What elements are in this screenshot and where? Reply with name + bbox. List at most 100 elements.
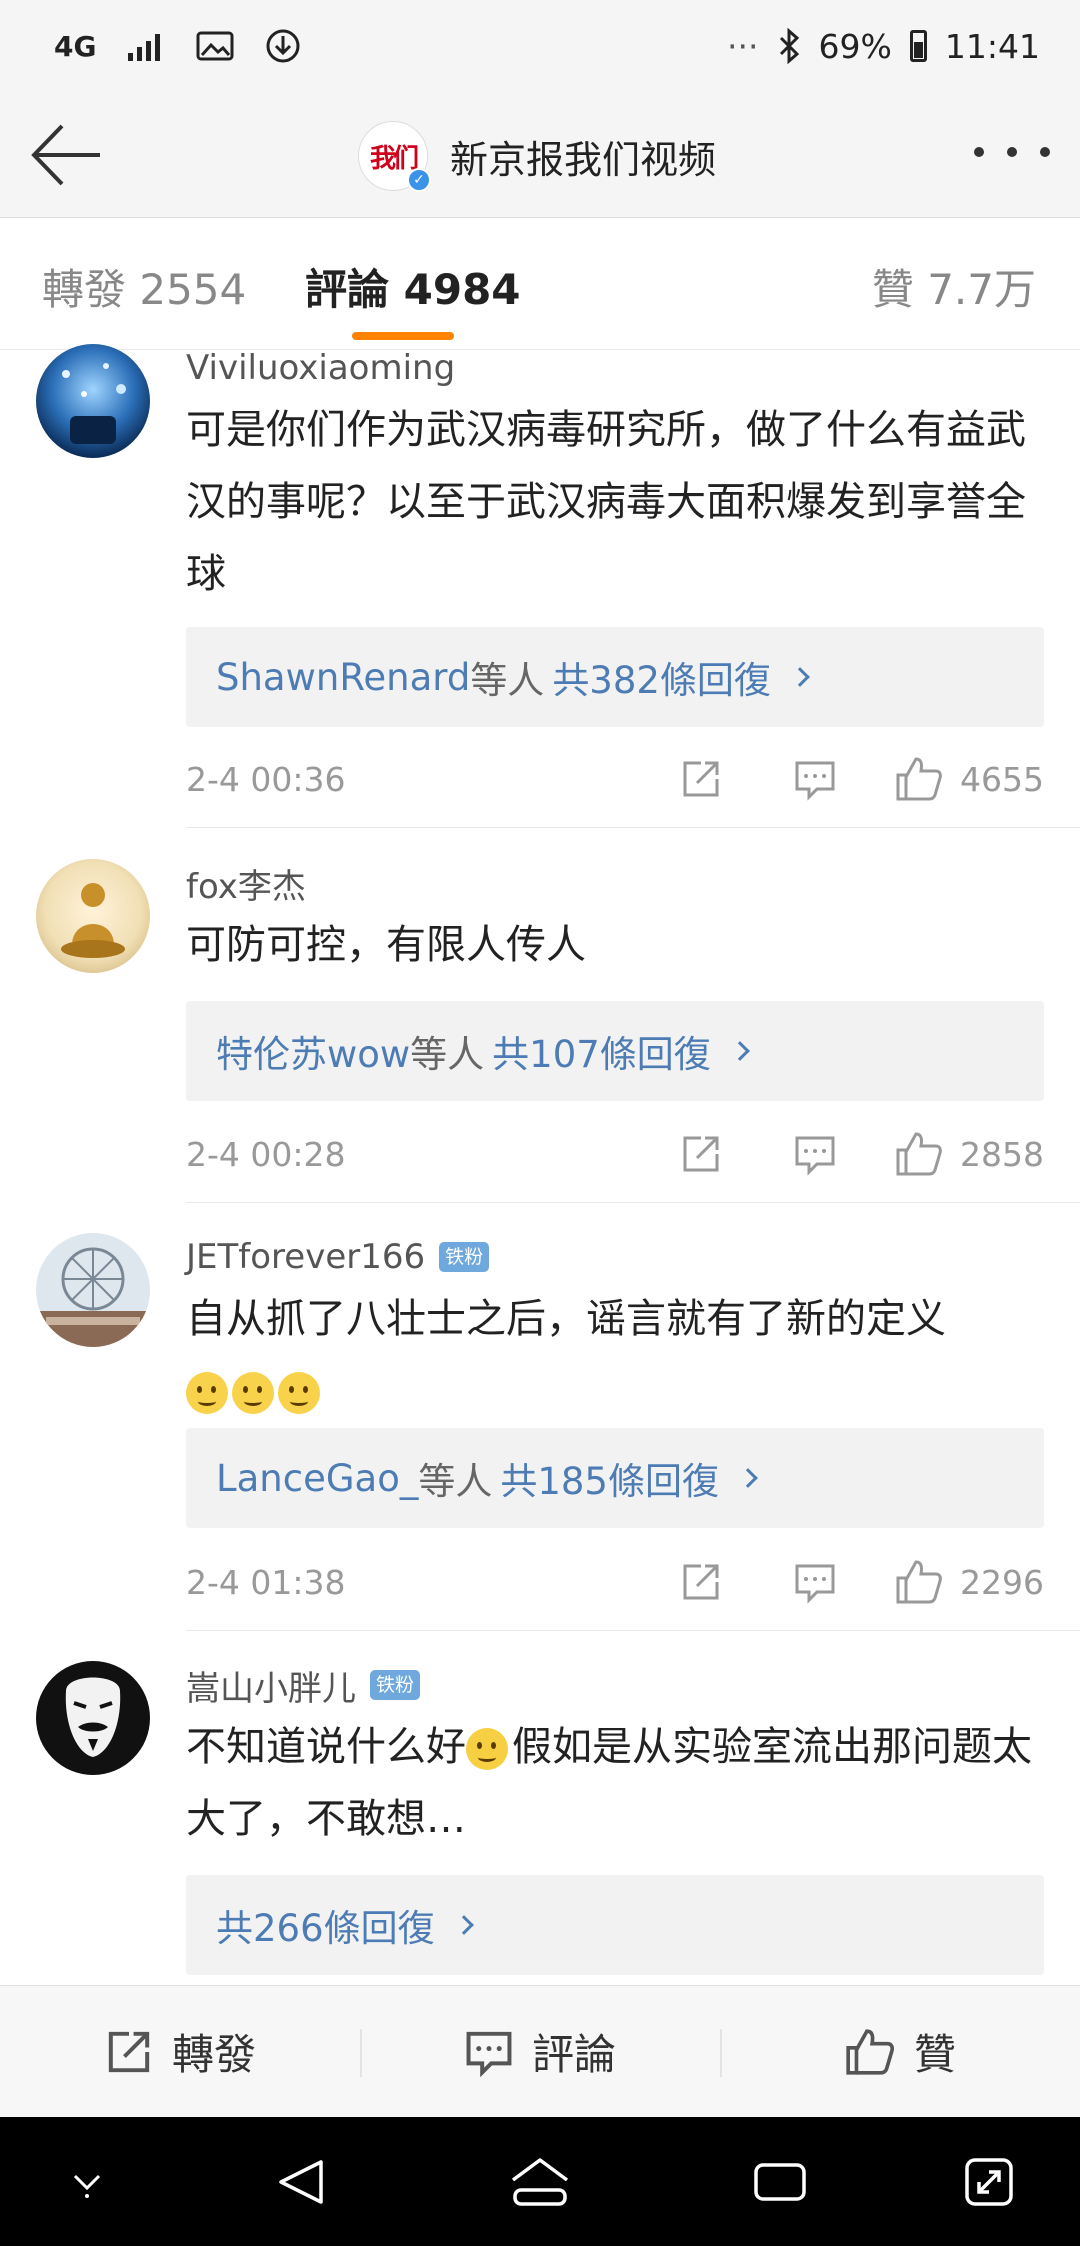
comment-meta: 2-4 00:28 2858 xyxy=(186,1124,1044,1184)
share-button[interactable] xyxy=(676,754,726,804)
comment-text: 自从抓了八壮士之后，谣言就有了新的定义 xyxy=(186,1283,1044,1427)
like-post-button[interactable]: 贊 xyxy=(720,2021,1080,2082)
comment-username[interactable]: fox李杰 xyxy=(186,861,1044,907)
reply-count: 共107條回復 xyxy=(492,1033,711,1076)
like-count: 4655 xyxy=(960,759,1044,799)
replies-preview[interactable]: 共266條回復 xyxy=(186,1875,1044,1975)
smile-emoji-icon xyxy=(186,1372,228,1414)
comment-icon xyxy=(795,761,835,801)
repost-label: 轉發 xyxy=(171,2030,256,2079)
comment-label: 評論 xyxy=(531,2030,616,2079)
triangle-back-icon xyxy=(279,2160,323,2204)
username-text: Viviluoxiaoming xyxy=(186,348,456,388)
comment-username[interactable]: Viviluoxiaoming xyxy=(186,346,1044,390)
comment-icon xyxy=(466,2031,512,2077)
comment-time: 2-4 00:28 xyxy=(186,1134,346,1174)
chevron-right-icon xyxy=(738,1468,758,1488)
comment-username[interactable]: 嵩山小胖儿 铁粉 xyxy=(186,1663,1044,1709)
more-options-button[interactable] xyxy=(974,132,1050,172)
account-header[interactable]: 我们 ✓ 新京报我们视频 xyxy=(358,116,716,196)
title-bar: 我们 ✓ 新京报我们视频 xyxy=(0,92,1080,218)
tab-likes[interactable]: 贊 7.7万 xyxy=(872,256,1036,317)
reply-button[interactable] xyxy=(790,1557,840,1607)
avatar[interactable] xyxy=(36,344,150,458)
comment-text: 不知道说什么好 假如是从实验室流出那问题太大了，不敢想… xyxy=(186,1711,1044,1855)
thumbs-up-icon xyxy=(896,1560,942,1604)
bluetooth-icon xyxy=(779,28,799,64)
reply-count: 共185條回復 xyxy=(500,1460,719,1503)
logo-text: 我们 xyxy=(369,143,419,174)
thumbs-up-icon xyxy=(846,2028,895,2075)
smile-emoji-icon xyxy=(232,1372,274,1414)
like-label: 贊 xyxy=(913,2030,956,2079)
username-text: fox李杰 xyxy=(186,866,306,907)
chevron-right-icon xyxy=(790,667,810,687)
reply-others-text: 等人 xyxy=(470,659,545,702)
comment-icon xyxy=(795,1136,835,1176)
sweat-emoji-icon xyxy=(466,1728,508,1770)
reply-usernames: 特伦苏wow xyxy=(216,1033,411,1076)
tab-bar: 轉發 2554 評論 4984 贊 7.7万 xyxy=(0,218,1080,350)
replies-preview[interactable]: ShawnRenard 等人 共382條回復 xyxy=(186,627,1044,727)
clock: 11:41 xyxy=(944,26,1040,66)
nav-back-button[interactable] xyxy=(266,2147,336,2217)
share-icon xyxy=(108,2031,150,2072)
chevron-right-icon xyxy=(453,1915,474,1935)
back-arrow-icon xyxy=(31,124,100,186)
status-left: 4G xyxy=(54,27,302,65)
like-button[interactable]: 4655 xyxy=(894,755,1044,803)
back-button[interactable] xyxy=(28,120,104,190)
replies-preview[interactable]: 特伦苏wow 等人 共107條回復 xyxy=(186,1001,1044,1101)
avatar[interactable] xyxy=(36,859,150,973)
nav-home-button[interactable] xyxy=(505,2147,575,2217)
comment-text: 可是你们作为武汉病毒研究所，做了什么有益武汉的事呢？以至于武汉病毒大面积爆发到享… xyxy=(186,407,1026,597)
nav-recents-button[interactable] xyxy=(745,2147,815,2217)
divider xyxy=(186,1630,1080,1631)
smile-emoji-icon xyxy=(278,1372,320,1414)
dot-icon xyxy=(1007,147,1017,157)
reply-button[interactable] xyxy=(790,754,840,804)
share-icon xyxy=(683,1136,719,1172)
signal-icon xyxy=(128,34,161,61)
comment-text-body: 自从抓了八壮士之后，谣言就有了新的定义 xyxy=(186,1296,946,1342)
nav-expand-button[interactable] xyxy=(954,2147,1024,2217)
share-button[interactable] xyxy=(676,1129,726,1179)
tab-reposts[interactable]: 轉發 2554 xyxy=(42,256,246,317)
reply-count: 共266條回復 xyxy=(216,1907,435,1950)
post-action-bar: 轉發 評論 贊 xyxy=(0,1985,1080,2117)
status-right: ··· 69% 11:41 xyxy=(727,27,1040,66)
like-button[interactable]: 2296 xyxy=(894,1558,1044,1606)
active-tab-indicator xyxy=(352,332,454,340)
more-status-icon: ··· xyxy=(727,26,759,66)
comment-time: 2-4 01:38 xyxy=(186,1562,346,1602)
tab-comments[interactable]: 評論 4984 xyxy=(305,256,521,317)
reply-others-text: 等人 xyxy=(418,1460,493,1503)
like-button[interactable]: 2858 xyxy=(894,1130,1044,1178)
thumbs-up-icon xyxy=(896,1132,942,1176)
reply-button[interactable] xyxy=(790,1129,840,1179)
comment-button[interactable]: 評論 xyxy=(360,2021,720,2082)
like-count: 2858 xyxy=(960,1134,1044,1174)
home-icon xyxy=(511,2158,569,2206)
recents-icon xyxy=(754,2163,806,2201)
dot-icon xyxy=(974,147,984,157)
download-icon xyxy=(266,29,300,63)
system-nav-bar xyxy=(0,2117,1080,2246)
comment-time: 2-4 00:36 xyxy=(186,759,346,799)
status-bar: 4G ··· 69% 11:41 xyxy=(0,0,1080,92)
hide-keyboard-button[interactable] xyxy=(52,2147,122,2217)
dot-icon xyxy=(1040,147,1050,157)
username-text: 嵩山小胖儿 xyxy=(186,1668,356,1709)
like-count: 2296 xyxy=(960,1562,1044,1602)
avatar[interactable] xyxy=(36,1233,150,1347)
comment-icon xyxy=(795,1564,835,1604)
comment-username[interactable]: JETforever166 铁粉 xyxy=(186,1235,1044,1279)
comment-meta: 2-4 00:36 4655 xyxy=(186,749,1044,809)
share-icon xyxy=(683,761,719,797)
replies-preview[interactable]: LanceGao_ 等人 共185條回復 xyxy=(186,1428,1044,1528)
avatar[interactable] xyxy=(36,1661,150,1775)
share-button[interactable] xyxy=(676,1557,726,1607)
comment-text: 可防可控，有限人传人 xyxy=(186,922,586,968)
username-text: JETforever166 xyxy=(186,1237,426,1277)
repost-button[interactable]: 轉發 xyxy=(0,2021,360,2082)
